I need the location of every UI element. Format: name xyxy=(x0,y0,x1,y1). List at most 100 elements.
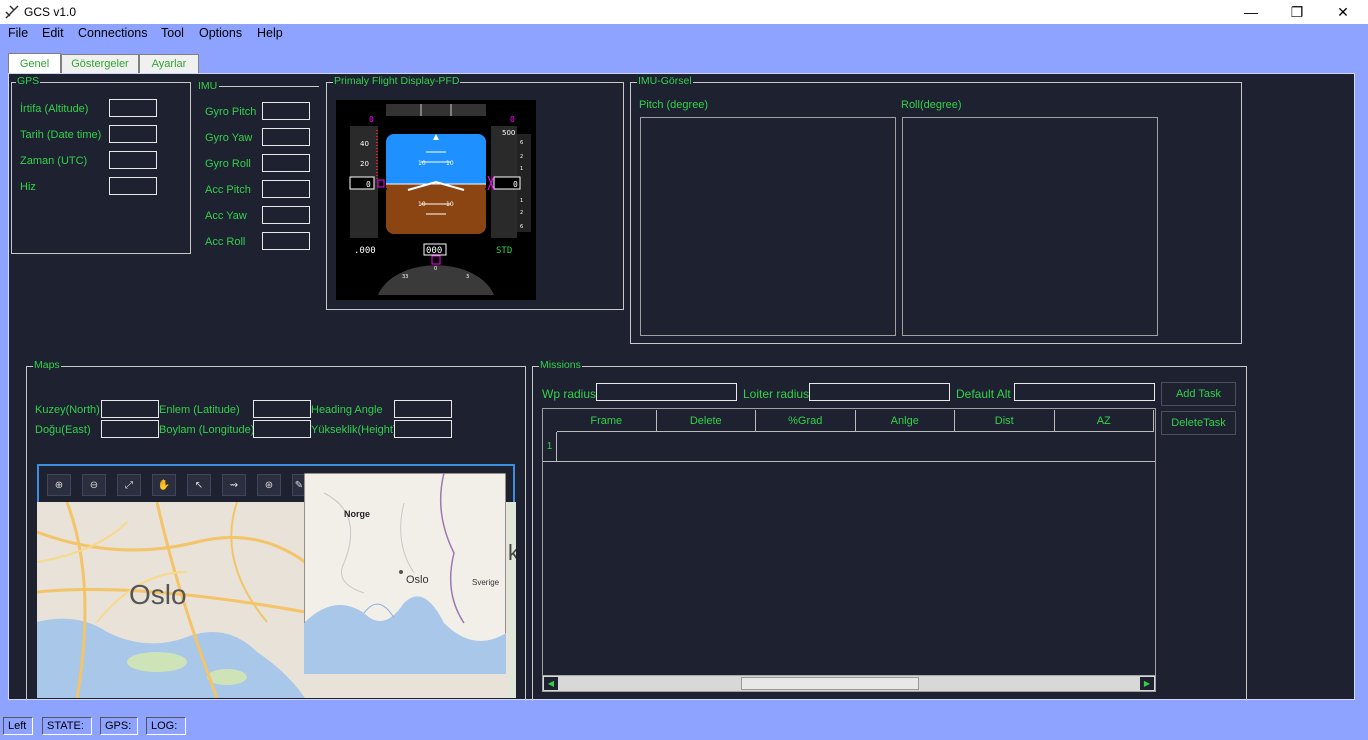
primary-flight-display: 10 10 10 10 0 40 20 0 0 500 6 2 1 1 2 6 … xyxy=(336,100,536,300)
heading-value: 000 xyxy=(426,246,442,256)
date-time-label: Tarih (Date time) xyxy=(20,129,102,141)
status-left: Left xyxy=(3,717,33,735)
wp-radius-label: Wp radius xyxy=(542,387,597,401)
roll-graph-panel xyxy=(902,117,1158,336)
imu-title: IMU xyxy=(198,80,218,92)
heading-tick-0: 0 xyxy=(434,266,437,272)
scroll-thumb[interactable] xyxy=(741,677,919,690)
overview-map[interactable]: Norge Oslo Sverige xyxy=(304,473,506,674)
roll-degree-label: Roll(degree) xyxy=(901,99,962,111)
altitude-field[interactable] xyxy=(109,99,157,117)
north-field[interactable] xyxy=(101,400,159,418)
acc-roll-field[interactable] xyxy=(262,232,310,250)
menu-file[interactable]: File xyxy=(8,26,28,40)
pitch-graph-panel xyxy=(640,117,896,336)
scroll-right-icon[interactable]: ▶ xyxy=(1140,677,1154,690)
menu-connections[interactable]: Connections xyxy=(78,26,148,40)
heading-angle-label: Heading Angle xyxy=(311,404,383,416)
zoom-in-icon[interactable]: ⊕ xyxy=(47,474,71,496)
row-number: 1 xyxy=(546,441,553,452)
alt-tick-500: 500 xyxy=(502,129,515,137)
default-alt-label: Default Alt xyxy=(956,387,1011,401)
imu-visual-title: IMU-Görsel xyxy=(637,75,693,87)
missions-table-header: Frame Delete %Grad Anlge Dist AZ xyxy=(557,410,1154,432)
column-delete[interactable]: Delete xyxy=(656,410,756,432)
table-row-cells[interactable] xyxy=(557,432,1155,462)
default-alt-field[interactable] xyxy=(1014,383,1155,401)
column-az[interactable]: AZ xyxy=(1054,410,1154,432)
heading-angle-field[interactable] xyxy=(394,400,452,418)
delete-task-button[interactable]: DeleteTask xyxy=(1161,411,1236,435)
fit-extent-icon[interactable]: ⤢ xyxy=(117,474,141,496)
vsi-tick-1: 6 xyxy=(520,140,523,146)
gyro-roll-label: Gyro Roll xyxy=(205,158,251,170)
acc-yaw-field[interactable] xyxy=(262,206,310,224)
longitude-label: Boylam (Longitude) xyxy=(159,424,255,436)
map-edge-label: k xyxy=(508,540,516,565)
column-grad[interactable]: %Grad xyxy=(756,410,856,432)
pfd-ground xyxy=(386,184,486,234)
waypoint-icon[interactable]: ⊛ xyxy=(257,474,281,496)
longitude-field[interactable] xyxy=(253,420,311,438)
app-icon xyxy=(5,5,19,19)
date-time-field[interactable] xyxy=(109,125,157,143)
pitch-mark-1: 10 xyxy=(418,160,426,167)
vsi-tick-6: 6 xyxy=(520,224,523,230)
menu-help[interactable]: Help xyxy=(257,26,283,40)
menu-options[interactable]: Options xyxy=(199,26,242,40)
wp-radius-field[interactable] xyxy=(596,383,737,401)
title-bar: GCS v1.0 — ❐ ✕ xyxy=(0,0,1368,24)
gyro-pitch-field[interactable] xyxy=(262,102,310,120)
speed-top-value: 0 xyxy=(369,115,374,124)
speed-field[interactable] xyxy=(109,177,157,195)
column-angle[interactable]: Anlge xyxy=(855,410,955,432)
pitch-mark-2: 10 xyxy=(446,160,454,167)
height-label: Yükseklik(Height) xyxy=(311,424,397,436)
gyro-roll-field[interactable] xyxy=(262,154,310,172)
loiter-radius-field[interactable] xyxy=(809,383,950,401)
pitch-degree-label: Pitch (degree) xyxy=(639,99,709,111)
zoom-out-icon[interactable]: ⊖ xyxy=(82,474,106,496)
latitude-field[interactable] xyxy=(253,400,311,418)
table-row[interactable]: 1 xyxy=(543,432,557,462)
latitude-label: Enlem (Latitude) xyxy=(159,404,240,416)
north-label: Kuzey(North) xyxy=(35,404,100,416)
status-log: LOG: xyxy=(146,717,186,735)
menu-edit[interactable]: Edit xyxy=(42,26,64,40)
close-button[interactable]: ✕ xyxy=(1320,0,1366,24)
restore-button[interactable]: ❐ xyxy=(1274,0,1320,24)
menu-tool[interactable]: Tool xyxy=(161,26,184,40)
east-field[interactable] xyxy=(101,420,159,438)
column-frame[interactable]: Frame xyxy=(557,410,657,432)
tab-genel[interactable]: Genel xyxy=(8,53,61,74)
pitch-mark-4: 10 xyxy=(446,201,454,208)
pitch-mark-3: 10 xyxy=(418,201,426,208)
select-icon[interactable]: ↖ xyxy=(187,474,211,496)
pfd-sky xyxy=(386,134,486,184)
minimize-button[interactable]: — xyxy=(1228,0,1274,24)
gyro-yaw-field[interactable] xyxy=(262,128,310,146)
maps-title: Maps xyxy=(33,359,61,371)
overview-label-oslo: Oslo xyxy=(406,574,429,586)
route-icon[interactable]: ⇝ xyxy=(222,474,246,496)
altitude-label: İrtifa (Altitude) xyxy=(20,103,89,115)
status-state: STATE: xyxy=(42,717,92,735)
vsi-tick-5: 2 xyxy=(520,210,523,216)
tab-ayarlar[interactable]: Ayarlar xyxy=(139,54,199,74)
tab-gostergeler[interactable]: Göstergeler xyxy=(61,54,139,74)
speed-label: Hiz xyxy=(20,181,36,193)
scroll-left-icon[interactable]: ◀ xyxy=(544,677,558,690)
horizontal-scrollbar[interactable]: ◀ ▶ xyxy=(543,675,1155,691)
column-dist[interactable]: Dist xyxy=(955,410,1055,432)
altitude-value: 0 xyxy=(513,180,518,189)
acc-pitch-field[interactable] xyxy=(262,180,310,198)
height-field[interactable] xyxy=(394,420,452,438)
speed-value: 0 xyxy=(366,180,371,189)
add-task-button[interactable]: Add Task xyxy=(1161,382,1236,406)
utc-field[interactable] xyxy=(109,151,157,169)
speed-tick-20: 20 xyxy=(360,160,369,168)
acc-yaw-label: Acc Yaw xyxy=(205,210,247,222)
pan-icon[interactable]: ✋ xyxy=(152,474,176,496)
baro-setting: STD xyxy=(496,246,512,256)
status-gps: GPS: xyxy=(100,717,138,735)
